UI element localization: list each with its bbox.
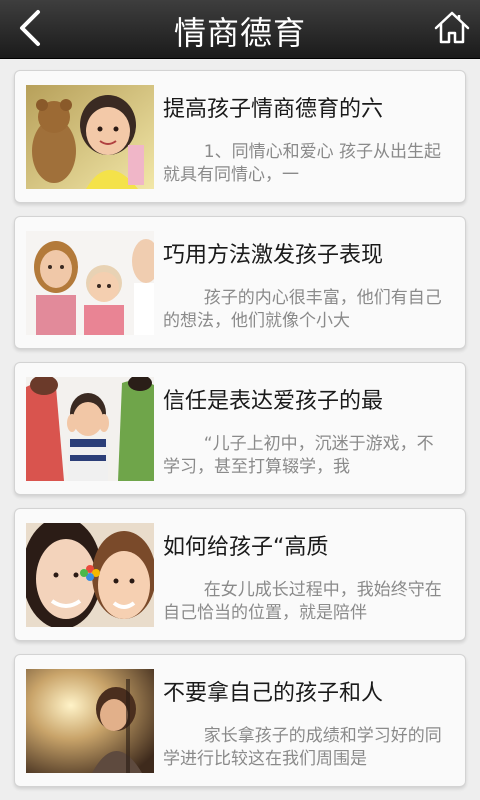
girl-with-teddy-bear-image — [26, 85, 154, 189]
article-thumbnail — [26, 669, 154, 773]
mother-and-daughter-smiling-image — [26, 523, 154, 627]
back-button[interactable] — [10, 6, 54, 50]
article-summary: 在女儿成长过程中，我始终守在自己恰当的位置，就是陪伴 — [163, 580, 442, 623]
article-card[interactable]: 信任是表达爱孩子的最 “儿子上初中，沉迷于游戏，不学习，甚至打算辍学，我 — [14, 362, 466, 495]
app-header: 情商德育 — [0, 0, 480, 59]
article-summary: 1、同情心和爱心 孩子从出生起就具有同情心，一 — [163, 142, 442, 185]
page-title: 情商德育 — [173, 14, 306, 52]
article-card[interactable]: 提高孩子情商德育的六 1、同情心和爱心 孩子从出生起就具有同情心，一 — [14, 70, 466, 203]
article-thumbnail — [26, 377, 154, 481]
article-title: 提高孩子情商德育的六 — [163, 97, 384, 122]
three-children-image — [26, 231, 154, 335]
article-title: 不要拿自己的孩子和人 — [163, 681, 384, 706]
article-title: 如何给孩子“高质 — [163, 535, 329, 560]
article-summary: 孩子的内心很丰富，他们有自己的想法，他们就像个小大 — [163, 288, 442, 331]
boy-between-parents-image — [26, 377, 154, 481]
article-summary: 家长拿孩子的成绩和学习好的同学进行比较这在我们周围是 — [163, 726, 442, 769]
article-card[interactable]: 如何给孩子“高质 在女儿成长过程中，我始终守在自己恰当的位置，就是陪伴 — [14, 508, 466, 641]
article-card[interactable]: 不要拿自己的孩子和人 家长拿孩子的成绩和学习好的同学进行比较这在我们周围是 — [14, 654, 466, 787]
article-card[interactable]: 巧用方法激发孩子表现 孩子的内心很丰富，他们有自己的想法，他们就像个小大 — [14, 216, 466, 349]
article-thumbnail — [26, 523, 154, 627]
article-thumbnail — [26, 85, 154, 189]
article-summary: “儿子上初中，沉迷于游戏，不学习，甚至打算辍学，我 — [163, 434, 434, 477]
home-icon — [434, 11, 470, 44]
home-button[interactable] — [432, 8, 472, 48]
child-in-sunlight-image — [26, 669, 154, 773]
article-title: 巧用方法激发孩子表现 — [163, 243, 384, 268]
chevron-left-icon — [20, 10, 40, 46]
article-title: 信任是表达爱孩子的最 — [163, 389, 384, 414]
article-thumbnail — [26, 231, 154, 335]
